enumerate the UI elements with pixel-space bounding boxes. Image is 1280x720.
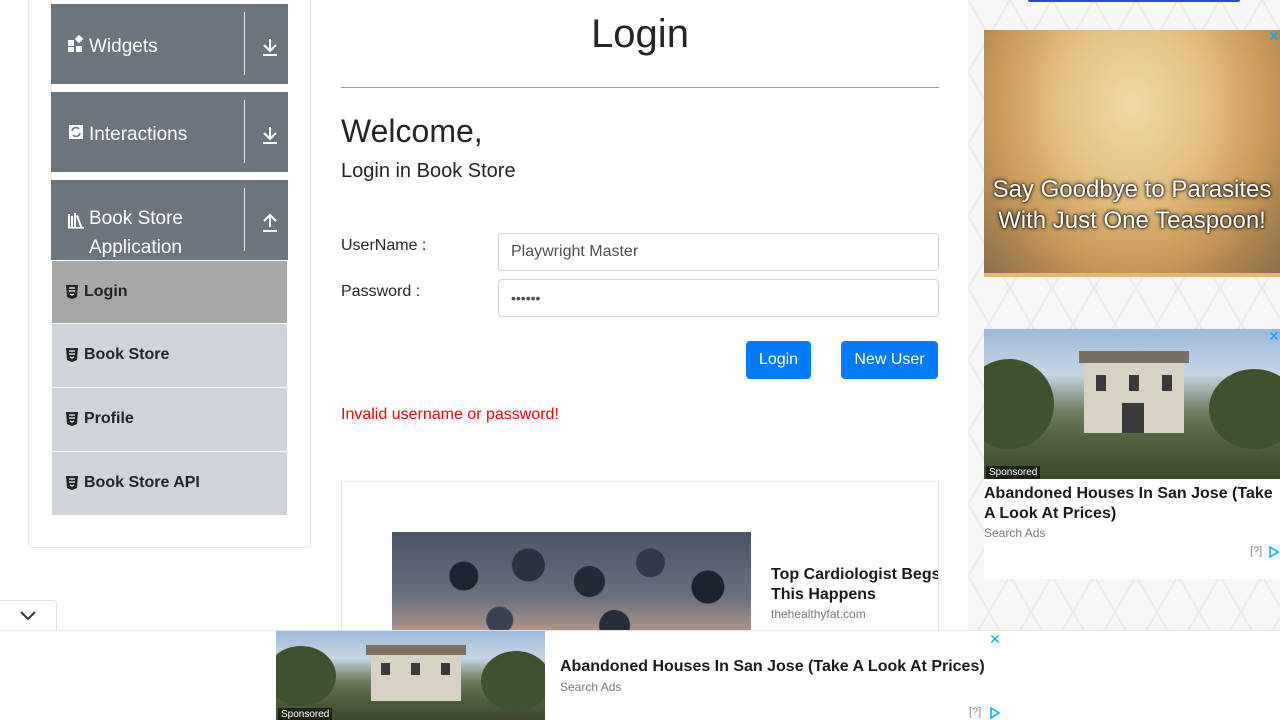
group-header-interactions[interactable]: Interactions (51, 92, 288, 172)
sidebar-item-book-store[interactable]: Book Store (51, 324, 288, 388)
welcome-heading: Welcome, (341, 113, 483, 149)
tree-shape (481, 651, 545, 711)
group-label: Book Store Application (89, 208, 183, 258)
ad-image: Sponsored (984, 329, 1280, 479)
chevron-down-icon (20, 611, 36, 621)
group-header-widgets[interactable]: Widgets (51, 4, 288, 84)
ad-banner-parasites[interactable]: Say Goodbye to Parasites With Just One T… (984, 30, 1280, 277)
tree-shape (1209, 369, 1280, 449)
page: Widgets Interactions Book Store Applicat… (0, 0, 1280, 720)
ad-title[interactable]: Abandoned Houses In San Jose (Take A Loo… (984, 484, 1280, 524)
download-arrow-icon[interactable] (258, 123, 282, 147)
ad-help-link[interactable]: [?] (969, 706, 981, 718)
close-icon[interactable]: ✕ (1268, 28, 1280, 45)
window-shape (1129, 375, 1139, 391)
door-shape (1122, 403, 1144, 433)
username-input[interactable]: Playwright Master (498, 233, 939, 271)
sidebar-item-profile[interactable]: Profile (51, 388, 288, 452)
divider (244, 12, 245, 75)
window-shape (411, 663, 420, 675)
error-message: Invalid username or password! (341, 406, 559, 423)
sponsored-label: Sponsored (986, 466, 1041, 479)
ad-title[interactable]: Top Cardiologist Begs: Quit This Happens (771, 565, 938, 605)
ad-button-edge (1028, 0, 1240, 2)
upload-arrow-icon[interactable] (258, 211, 282, 235)
collapse-toggle-button[interactable] (0, 600, 57, 630)
window-shape (441, 663, 450, 675)
divider (244, 188, 245, 251)
html5-shield-icon (66, 412, 78, 426)
new-user-button[interactable]: New User (841, 341, 938, 379)
ad-help-link[interactable]: [?] (1250, 545, 1262, 557)
tree-shape (984, 359, 1054, 449)
password-label: Password : (341, 283, 421, 300)
login-subheading: Login in Book Store (341, 160, 516, 182)
tree-shape (276, 646, 336, 706)
house-shape (371, 655, 461, 701)
left-sidebar: Widgets Interactions Book Store Applicat… (28, 0, 311, 548)
sidebar-item-login[interactable]: Login (51, 260, 288, 324)
sponsored-label: Sponsored (278, 708, 333, 720)
ad-source: thehealthyfat.com (771, 607, 866, 621)
book-store-menu: Login Book Store Profile Book Store API (51, 260, 288, 516)
ad-bar (984, 273, 1280, 277)
sidebar-item-book-store-api[interactable]: Book Store API (51, 452, 288, 516)
ad-headline: Say Goodbye to Parasites With Just One T… (992, 176, 1272, 234)
ad-image: Sponsored (276, 631, 545, 720)
right-ad-column: Say Goodbye to Parasites With Just One T… (968, 0, 1280, 630)
close-icon[interactable]: ✕ (1268, 328, 1280, 345)
sidebar-item-label: Book Store API (84, 474, 200, 491)
roof-shape (366, 645, 466, 655)
adchoices-icon[interactable] (989, 707, 1001, 719)
group-label: Interactions (89, 124, 188, 145)
window-shape (381, 663, 390, 675)
ad-source: Search Ads (984, 526, 1046, 540)
page-title: Login (591, 12, 689, 56)
sidebar-item-label: Login (84, 283, 128, 300)
widgets-icon (68, 35, 84, 52)
divider (341, 87, 939, 88)
adchoices-icon[interactable] (1268, 546, 1280, 558)
interactions-icon (69, 125, 83, 139)
ad-title[interactable]: Abandoned Houses In San Jose (Take A Loo… (560, 658, 985, 676)
divider (244, 100, 245, 163)
html5-shield-icon (66, 476, 78, 490)
ad-card-houses[interactable]: Sponsored Abandoned Houses In San Jose (… (984, 329, 1280, 579)
book-store-icon (68, 213, 84, 229)
window-shape (1096, 375, 1106, 391)
close-icon[interactable]: ✕ (989, 631, 1001, 648)
bottom-ad-banner[interactable]: Sponsored Abandoned Houses In San Jose (… (0, 630, 1280, 720)
sidebar-item-label: Book Store (84, 346, 170, 363)
sidebar-item-label: Profile (84, 410, 134, 427)
group-label: Widgets (89, 36, 158, 57)
inline-ad[interactable]: Top Cardiologist Begs: Quit This Happens… (341, 481, 939, 641)
roof-shape (1079, 351, 1189, 363)
ad-image (392, 532, 751, 641)
html5-shield-icon (66, 348, 78, 362)
login-button[interactable]: Login (746, 341, 811, 379)
html5-shield-icon (66, 285, 78, 299)
window-shape (1162, 375, 1172, 391)
ad-source: Search Ads (560, 680, 622, 694)
download-arrow-icon[interactable] (258, 35, 282, 59)
password-input[interactable]: •••••• (498, 279, 939, 317)
username-label: UserName : (341, 237, 427, 254)
group-header-book-store-application[interactable]: Book Store Application (51, 180, 288, 260)
